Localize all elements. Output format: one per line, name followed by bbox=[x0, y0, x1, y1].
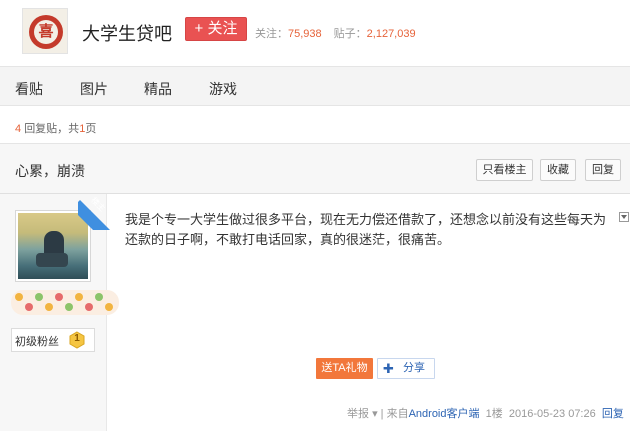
follow-count: 75,938 bbox=[288, 28, 322, 40]
send-gift-button[interactable]: 送TA礼物 bbox=[316, 358, 373, 379]
forum-stats: 关注：75,938 贴子：2,127,039 bbox=[255, 25, 416, 41]
tab-images[interactable]: 图片 bbox=[80, 79, 108, 99]
post-count-label: 贴子： bbox=[333, 28, 367, 40]
author-level-number: 1 bbox=[74, 333, 80, 344]
post-datetime: 2016-05-23 07:26 bbox=[508, 408, 596, 420]
share-icon: ✚ bbox=[383, 361, 394, 376]
avatar-figure-base bbox=[36, 253, 68, 267]
post-menu-dropdown-icon[interactable] bbox=[619, 212, 629, 222]
reply-count-suffix: 回复贴，共 bbox=[24, 123, 80, 135]
forum-logo[interactable]: 喜 bbox=[22, 8, 68, 54]
only-op-button[interactable]: 只看楼主 bbox=[476, 159, 533, 181]
post-count: 2,127,039 bbox=[366, 28, 416, 40]
forum-name[interactable]: 大学生贷吧 bbox=[82, 20, 172, 46]
member-badge-strip bbox=[11, 290, 119, 315]
op-ribbon: 楼主 bbox=[78, 194, 114, 230]
thread-title-bar: 心累，崩溃 bbox=[0, 144, 630, 194]
follow-count-label: 关注： bbox=[255, 28, 288, 40]
client-prefix: | 来自 bbox=[380, 408, 409, 420]
post-footer: 举报 ▾ | 来自Android客户端 1楼 2016-05-23 07:26 … bbox=[347, 405, 624, 421]
forum-nav: 看贴 图片 精品 游戏 bbox=[0, 66, 630, 106]
follow-button[interactable]: + 关注 bbox=[185, 17, 247, 41]
share-button[interactable]: ✚ 分享 bbox=[377, 358, 435, 379]
report-dropdown-icon[interactable]: ▾ bbox=[372, 408, 378, 420]
reply-count-bar: 4 回复贴，共1页 bbox=[0, 106, 630, 144]
post-content: 我是个专一大学生做过很多平台，现在无力偿还借款了，还想念以前没有这些每天为还款的… bbox=[125, 212, 607, 247]
forum-header: 喜 大学生贷吧 + 关注 关注：75,938 贴子：2,127,039 bbox=[0, 0, 630, 66]
floor-number: 1楼 bbox=[485, 408, 503, 420]
client-link[interactable]: Android客户端 bbox=[409, 408, 480, 420]
author-level[interactable]: 初级粉丝 1 bbox=[11, 328, 95, 352]
reply-post-link[interactable]: 回复 bbox=[602, 408, 624, 420]
reply-thread-button[interactable]: 回复 bbox=[585, 159, 621, 181]
author-level-label: 初级粉丝 bbox=[15, 336, 59, 348]
tab-featured[interactable]: 精品 bbox=[144, 79, 172, 99]
tab-games[interactable]: 游戏 bbox=[209, 79, 237, 99]
share-label: 分享 bbox=[403, 362, 425, 374]
page-count-suffix: 页 bbox=[85, 123, 97, 135]
tab-posts[interactable]: 看贴 bbox=[15, 79, 43, 99]
reply-count: 4 回复贴，共1页 bbox=[15, 120, 96, 136]
logo-glyph: 喜 bbox=[38, 23, 54, 40]
reply-count-number: 4 bbox=[15, 123, 22, 135]
favorite-button[interactable]: 收藏 bbox=[540, 159, 576, 181]
thread-title: 心累，崩溃 bbox=[15, 163, 85, 179]
report-link[interactable]: 举报 bbox=[347, 408, 369, 420]
